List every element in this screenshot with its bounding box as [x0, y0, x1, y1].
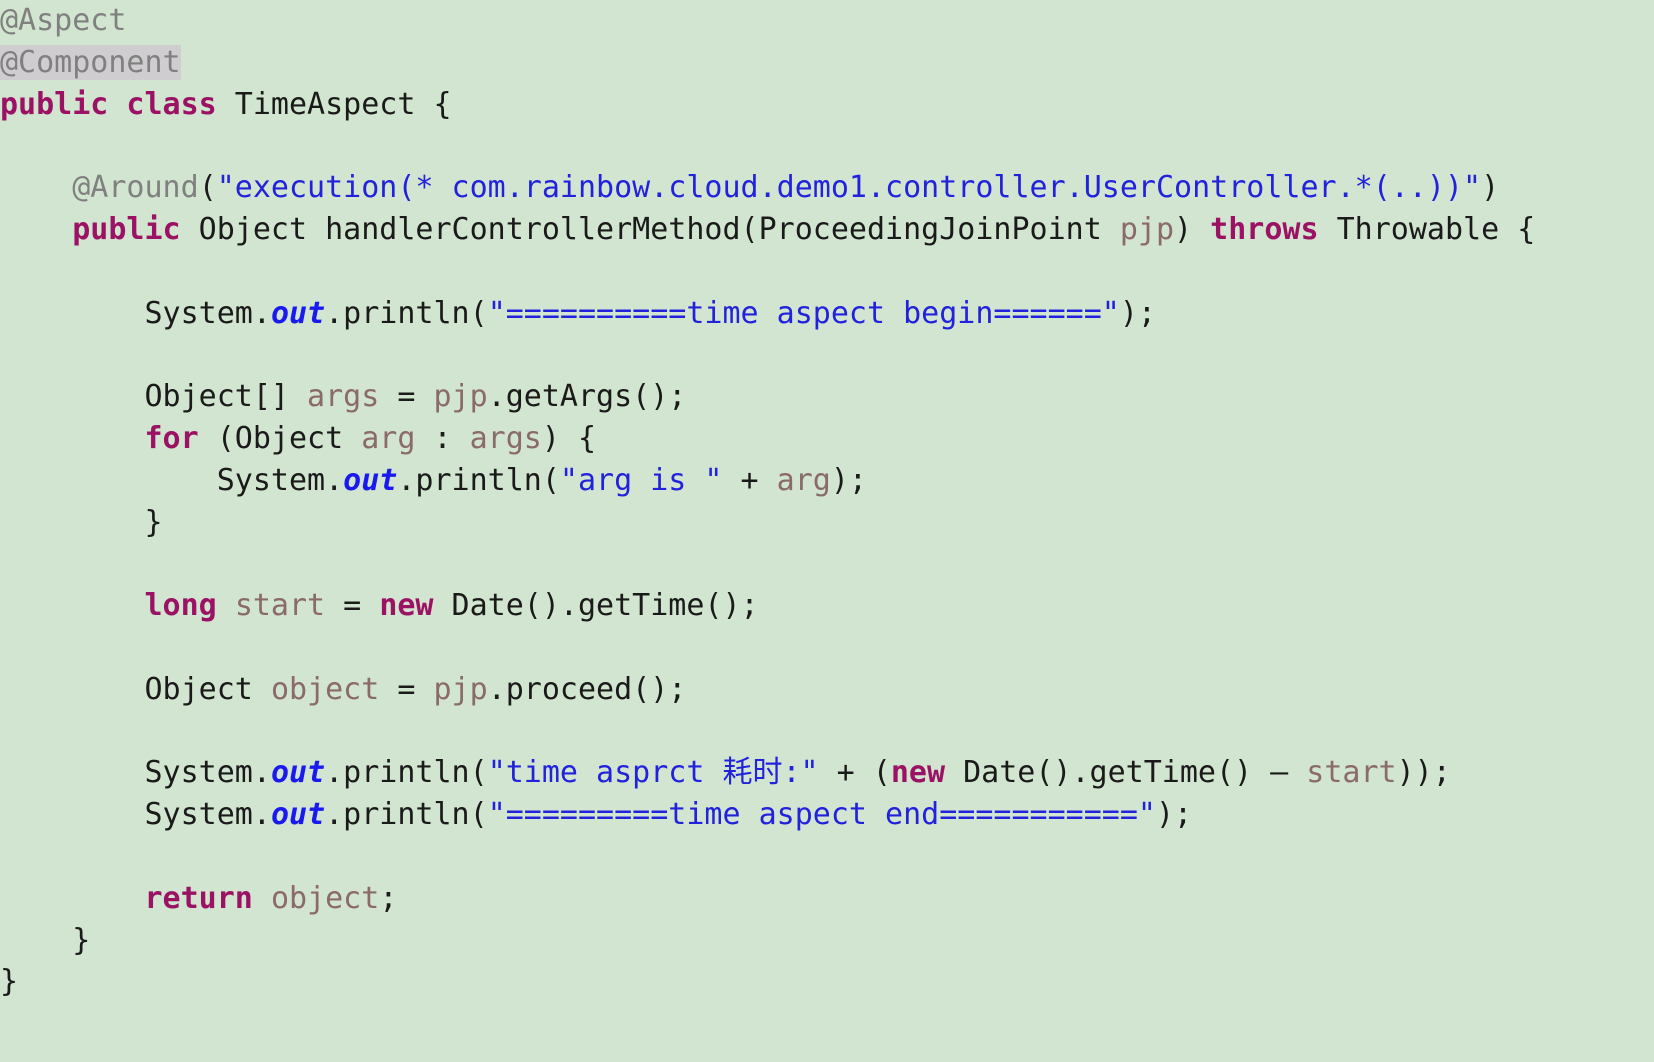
- code-token-plain: );: [1119, 295, 1156, 331]
- code-line: Object object = pjp.proceed();: [0, 669, 1654, 711]
- code-token-anno: @Around: [72, 170, 199, 206]
- code-token-plain: :: [415, 420, 470, 456]
- code-line: System.out.println("time asprct 耗时:" + (…: [0, 752, 1654, 794]
- code-token-plain: Object: [0, 671, 271, 707]
- code-token-plain: ));: [1396, 755, 1451, 791]
- code-line: System.out.println("=========time aspect…: [0, 794, 1654, 836]
- code-token-plain: Date().getTime() –: [945, 755, 1307, 791]
- code-line: System.out.println("==========time aspec…: [0, 293, 1654, 335]
- code-token-plain: System.: [0, 295, 271, 331]
- code-line: @Component: [0, 42, 1654, 84]
- code-token-var: arg: [361, 420, 416, 456]
- code-token-kw: new: [890, 755, 946, 791]
- code-token-kw: throws: [1210, 211, 1319, 247]
- code-token-kw: public: [72, 211, 181, 247]
- code-token-anno: @Aspect: [0, 3, 127, 38]
- code-token-plain: System.: [0, 797, 271, 833]
- code-token-plain: .println(: [397, 462, 560, 498]
- code-token-kw: new: [379, 588, 434, 624]
- code-token-var: start: [1306, 755, 1397, 791]
- code-token-var: pjp: [433, 671, 488, 707]
- code-token-plain: System.: [0, 462, 344, 498]
- code-token-plain: .proceed();: [487, 671, 687, 707]
- code-token-kw: return: [144, 880, 253, 916]
- code-token-var: args: [469, 420, 542, 456]
- code-token-plain: + (: [818, 755, 891, 791]
- code-line: }: [0, 961, 1654, 1003]
- code-token-plain: Object handlerControllerMethod(Proceedin…: [180, 211, 1120, 247]
- code-token-var: pjp: [433, 379, 488, 415]
- code-line: }: [0, 920, 1654, 962]
- code-token-var: object: [270, 880, 380, 916]
- code-token-plain: =: [325, 588, 380, 624]
- code-token-str: "execution(* com.rainbow.cloud.demo1.con…: [216, 170, 1482, 206]
- code-token-statfield: out: [270, 797, 326, 833]
- code-token-kw: public class: [0, 86, 217, 122]
- code-token-plain: .println(: [325, 295, 488, 331]
- code-token-plain: Object[]: [0, 379, 308, 415]
- code-line: for (Object arg : args) {: [0, 418, 1654, 460]
- code-line: @Around("execution(* com.rainbow.cloud.d…: [0, 167, 1654, 209]
- code-token-plain: System.: [0, 755, 271, 791]
- code-token-plain: ) {: [541, 420, 597, 456]
- code-token-str: "=========time aspect end===========": [487, 797, 1156, 833]
- code-token-var: start: [234, 588, 326, 624]
- code-token-anno-sel: @Component: [0, 44, 181, 80]
- code-token-plain: ): [1481, 170, 1500, 206]
- code-token-plain: (Object: [198, 420, 362, 456]
- code-token-plain: (: [198, 170, 217, 206]
- code-token-plain: );: [830, 462, 867, 498]
- code-token-plain: .println(: [325, 797, 488, 833]
- code-token-plain: TimeAspect {: [216, 86, 452, 122]
- code-line: public class TimeAspect {: [0, 84, 1654, 126]
- code-token-plain: .getArgs();: [487, 379, 687, 415]
- code-token-plain: +: [722, 462, 777, 498]
- code-token-plain: );: [1155, 797, 1193, 833]
- code-token-statfield: out: [343, 462, 398, 498]
- code-token-str: "time asprct 耗时:": [487, 755, 819, 791]
- code-token-plain: =: [379, 671, 434, 707]
- code-token-plain: .println(: [325, 755, 488, 791]
- code-token-statfield: out: [270, 755, 326, 791]
- code-token-var: args: [307, 379, 380, 415]
- code-line: System.out.println("arg is " + arg);: [0, 460, 1654, 502]
- code-token-var: pjp: [1119, 211, 1175, 247]
- code-token-statfield: out: [270, 295, 326, 331]
- code-token-plain: }: [0, 504, 163, 540]
- code-token-plain: Date().getTime();: [433, 588, 759, 624]
- code-line: Object[] args = pjp.getArgs();: [0, 376, 1654, 418]
- code-token-plain: ;: [379, 880, 398, 916]
- code-line: }: [0, 502, 1654, 544]
- code-token-var: object: [270, 671, 380, 707]
- code-line: return object;: [0, 878, 1654, 920]
- code-token-var: arg: [776, 462, 831, 498]
- code-line: long start = new Date().getTime();: [0, 585, 1654, 627]
- code-token-str: "==========time aspect begin======": [487, 295, 1120, 331]
- code-token-plain: Throwable {: [1318, 211, 1536, 247]
- code-token-kw: for: [144, 420, 199, 456]
- code-editor[interactable]: @Aspect @Component public class TimeAspect…: [0, 0, 1654, 1062]
- code-token-plain: =: [379, 379, 434, 415]
- code-token-plain: }: [0, 964, 19, 1000]
- code-token-str: "arg is ": [559, 462, 723, 498]
- code-token-plain: }: [0, 922, 91, 958]
- code-line: public Object handlerControllerMethod(Pr…: [0, 209, 1654, 251]
- code-token-plain: ): [1174, 211, 1211, 247]
- code-line: @Aspect: [0, 0, 1654, 42]
- code-token-kw: long: [144, 588, 217, 624]
